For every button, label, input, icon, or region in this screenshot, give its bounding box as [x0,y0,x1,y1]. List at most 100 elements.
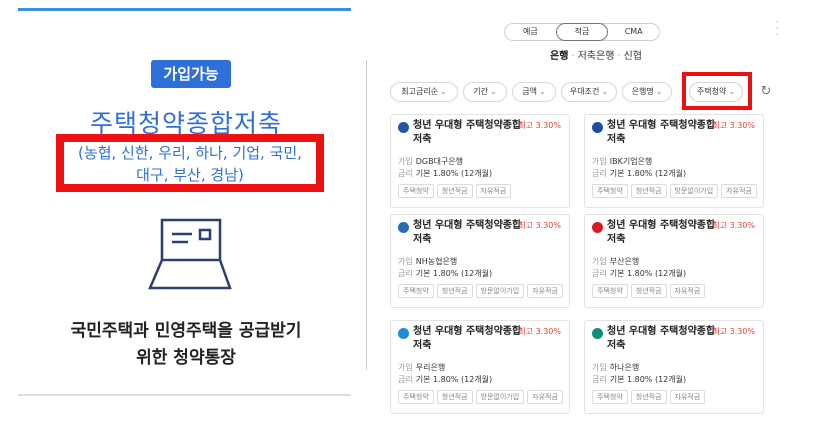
join-label: 가입 [398,363,413,372]
base-rate: 기본 1.80% (12개월) [609,375,687,384]
banks-line-2: 대구, 부산, 경남) [136,166,244,184]
rate-line: 금리 기본 1.80% (12개월) [592,168,686,179]
tag: 주택청약 [592,184,628,198]
bank-name: 부산은행 [609,257,640,266]
base-rate: 기본 1.80% (12개월) [609,269,687,278]
join-label: 가입 [398,257,413,266]
separator-dot: · [617,51,621,62]
description-line-1: 국민주택과 민영주택을 공급받기 [70,321,302,341]
tag: 방문없이가입 [669,184,719,198]
bank-logo-icon [398,222,409,233]
filter-sort[interactable]: 최고금리순 ⌄ [390,82,458,102]
nav-savings-bank[interactable]: 저축은행 [578,51,615,62]
product-card[interactable]: 청년 우대형 주택청약종합저축 최고 3.30% 가입 우리은행 금리 기본 1.8… [390,320,570,414]
filter-period[interactable]: 기간 ⌄ [463,82,507,102]
refresh-icon[interactable]: ↻ [758,84,774,100]
more-options-icon[interactable]: · · · [774,19,780,40]
institution-type-nav: 은행 · 저축은행 · 신협 [378,47,814,62]
tab-cma[interactable]: CMA [608,24,659,40]
banks-line-1: (농협, 신한, 우리, 하나, 기업, 국민, [78,144,302,162]
tag: 방문없이가입 [475,284,525,298]
base-rate: 기본 1.80% (12개월) [609,169,687,178]
bank-name: 하나은행 [609,363,640,372]
tag-list: 주택청약 청년적금 자유적금 [592,390,706,404]
product-list-panel: 예금 적금 CMA · · · 은행 · 저축은행 · 신협 최고금리순 ⌄ 기간 ⌄ 금액 ⌄ … [378,0,814,433]
rate-label: 금리 [592,169,607,178]
bank-logo-icon [592,222,603,233]
nav-credit-union[interactable]: 신협 [624,51,642,62]
tag: 청년적금 [630,184,667,198]
chevron-down-icon: ⌄ [655,87,663,96]
filter-period-label: 기간 [473,87,489,96]
bank-name: 우리은행 [415,363,446,372]
tag: 청년적금 [630,390,667,404]
join-label: 가입 [592,363,607,372]
product-card[interactable]: 청년 우대형 주택청약종합저축 최고 3.30% 가입 IBK기업은행 금리 기본 … [584,114,764,208]
tag: 주택청약 [398,184,434,198]
tag: 청년적금 [436,184,473,198]
tab-savings[interactable]: 적금 [555,23,609,41]
product-type-tabs: 예금 적금 CMA [504,23,660,41]
filter-preference-label: 우대조건 [569,87,600,96]
base-rate: 기본 1.80% (12개월) [415,169,493,178]
join-available-badge: 가입가능 [151,60,231,88]
tag: 청년적금 [630,284,667,298]
product-name: 청년 우대형 주택청약종합저축 [413,326,522,351]
join-bank-line: 가입 NH농협은행 [398,256,457,267]
tab-deposit[interactable]: 예금 [505,24,556,40]
product-name: 청년 우대형 주택청약종합저축 [413,120,522,145]
filter-bank-name[interactable]: 은행명 ⌄ [622,82,672,102]
available-banks: (농협, 신한, 우리, 하나, 기업, 국민, 대구, 부산, 경남) [62,142,318,186]
max-rate: 최고 3.30% [518,121,561,130]
tag: 청년적금 [436,284,473,298]
bank-logo-icon [398,328,409,339]
chevron-down-icon: ⌄ [539,87,546,96]
max-rate: 최고 3.30% [712,327,755,336]
chevron-down-icon: ⌄ [601,87,609,96]
product-card[interactable]: 청년 우대형 주택청약종합저축 최고 3.30% 가입 NH농협은행 금리 기본 1… [390,214,570,308]
bank-logo-icon [398,122,409,133]
vertical-divider [366,60,367,370]
tag: 자유적금 [721,184,757,198]
tag: 자유적금 [527,284,563,298]
filter-highlight-box [682,72,752,110]
bank-name: IBK기업은행 [609,157,653,166]
chevron-down-icon: ⌄ [440,87,447,96]
filter-bank-name-label: 은행명 [631,87,654,96]
filter-amount[interactable]: 금액 ⌄ [512,82,556,102]
tag: 자유적금 [669,284,706,298]
product-name: 청년 우대형 주택청약종합저축 [607,120,716,145]
join-label: 가입 [592,257,607,266]
rate-line: 금리 기본 1.80% (12개월) [398,374,492,385]
max-rate: 최고 3.30% [518,221,561,230]
bottom-divider [18,394,351,396]
tag-list: 주택청약 청년적금 방문없이가입 자유적금 [398,284,563,298]
rate-label: 금리 [398,269,413,278]
product-card[interactable]: 청년 우대형 주택청약종합저축 최고 3.30% 가입 DGB대구은행 금리 기본 … [390,114,570,208]
top-divider [18,8,351,11]
separator-dot: · [571,51,575,62]
rate-label: 금리 [398,169,413,178]
tag: 주택청약 [398,284,434,298]
filter-preference[interactable]: 우대조건 ⌄ [561,82,617,102]
tag: 청년적금 [436,390,473,404]
tag-list: 주택청약 청년적금 방문없이가입 자유적금 [398,390,563,404]
rate-label: 금리 [592,269,607,278]
max-rate: 최고 3.30% [712,221,755,230]
rate-line: 금리 기본 1.80% (12개월) [592,268,686,279]
product-card[interactable]: 청년 우대형 주택청약종합저축 최고 3.30% 가입 하나은행 금리 기본 1.8… [584,320,764,414]
product-name: 청년 우대형 주택청약종합저축 [413,220,522,245]
bank-name: DGB대구은행 [415,157,464,166]
product-card[interactable]: 청년 우대형 주택청약종합저축 최고 3.30% 가입 부산은행 금리 기본 1.8… [584,214,764,308]
rate-line: 금리 기본 1.80% (12개월) [592,374,686,385]
bank-logo-icon [592,328,603,339]
product-name: 청년 우대형 주택청약종합저축 [607,220,716,245]
max-rate: 최고 3.30% [518,327,561,336]
tag: 자유적금 [475,184,512,198]
nav-bank[interactable]: 은행 [550,51,568,62]
rate-label: 금리 [592,375,607,384]
join-label: 가입 [592,157,607,166]
join-bank-line: 가입 IBK기업은행 [592,156,652,167]
tag: 자유적금 [669,390,706,404]
filter-sort-label: 최고금리순 [401,87,439,96]
